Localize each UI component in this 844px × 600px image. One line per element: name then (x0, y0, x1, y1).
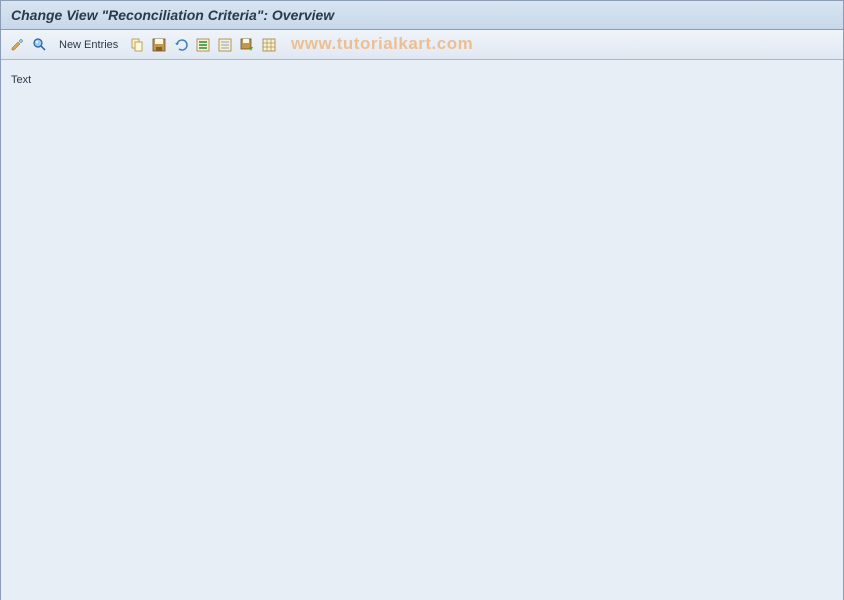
new-entries-button[interactable]: New Entries (53, 39, 124, 51)
deselect-all-icon[interactable] (216, 36, 234, 54)
watermark-text: www.tutorialkart.com (291, 34, 473, 54)
toolbar: New Entries (1, 30, 843, 60)
window-title-bar: Change View "Reconciliation Criteria": O… (1, 1, 843, 30)
toggle-edit-icon[interactable] (9, 36, 27, 54)
content-area: Text (1, 60, 843, 600)
transport-save-icon[interactable] (238, 36, 256, 54)
page-title: Change View "Reconciliation Criteria": O… (11, 7, 334, 23)
table-view-icon[interactable] (260, 36, 278, 54)
copy-icon[interactable] (128, 36, 146, 54)
select-all-icon[interactable] (194, 36, 212, 54)
save-icon[interactable] (150, 36, 168, 54)
find-icon[interactable] (31, 36, 49, 54)
undo-icon[interactable] (172, 36, 190, 54)
column-header-text: Text (11, 74, 31, 86)
